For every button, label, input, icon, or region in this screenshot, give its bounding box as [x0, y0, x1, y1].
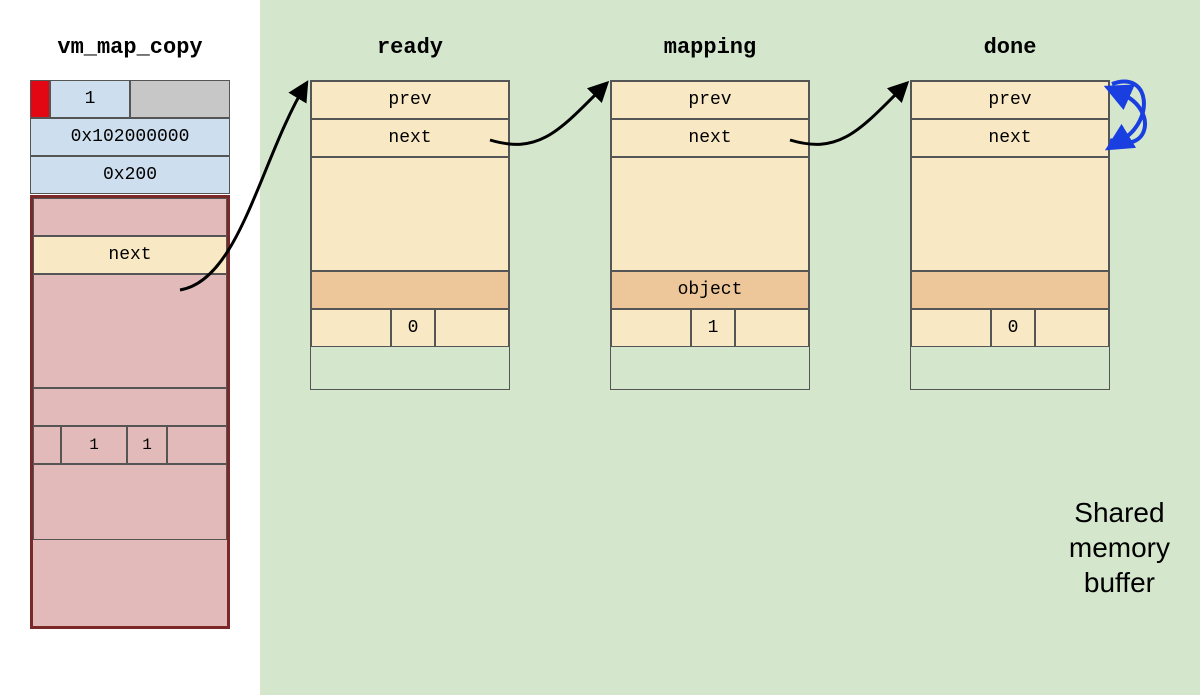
ready-next-field: next — [311, 119, 509, 157]
mapping-object-field: object — [611, 271, 809, 309]
mapping-header: mapping — [610, 35, 810, 60]
vm-entry-spacer — [33, 274, 227, 388]
vm-entry-flag-left — [33, 426, 61, 464]
vm-map-copy-struct: 1 0x102000000 0x200 — [30, 80, 230, 194]
ready-prev-field: prev — [311, 81, 509, 119]
done-header: done — [910, 35, 1110, 60]
vm-red-field — [30, 80, 50, 118]
vm-type-field: 1 — [50, 80, 130, 118]
ready-flag-value: 0 — [391, 309, 435, 347]
vm-offset-field: 0x102000000 — [30, 118, 230, 156]
vm-entry-flag-val2: 1 — [127, 426, 167, 464]
ready-flags: 0 — [311, 309, 509, 347]
mapping-prev-field: prev — [611, 81, 809, 119]
mapping-flag-left — [611, 309, 691, 347]
ready-entry-block: prev next 0 — [310, 80, 510, 390]
done-flag-right — [1035, 309, 1109, 347]
vm-entry-block: next 1 1 — [30, 195, 230, 629]
shared-label-line: Shared — [1069, 495, 1170, 530]
vm-entry-next-field: next — [33, 236, 227, 274]
shared-label-line: memory — [1069, 530, 1170, 565]
ready-flag-right — [435, 309, 509, 347]
ready-header: ready — [310, 35, 510, 60]
mapping-spacer — [611, 157, 809, 271]
done-next-field: next — [911, 119, 1109, 157]
done-flags: 0 — [911, 309, 1109, 347]
vm-entry-bottom-spacer — [33, 464, 227, 540]
mapping-next-field: next — [611, 119, 809, 157]
ready-flag-left — [311, 309, 391, 347]
vm-entry-flag-val1: 1 — [61, 426, 127, 464]
vm-entry-flags: 1 1 — [33, 426, 227, 464]
vm-entry-object-empty — [33, 388, 227, 426]
done-spacer — [911, 157, 1109, 271]
mapping-flags: 1 — [611, 309, 809, 347]
shared-label-line: buffer — [1069, 565, 1170, 600]
vm-entry-flag-right — [167, 426, 227, 464]
mapping-entry-block: prev next object 1 — [610, 80, 810, 390]
vm-map-copy-header: vm_map_copy — [30, 35, 230, 60]
vm-gray-field — [130, 80, 230, 118]
done-prev-field: prev — [911, 81, 1109, 119]
ready-object-field — [311, 271, 509, 309]
done-entry-block: prev next 0 — [910, 80, 1110, 390]
done-flag-value: 0 — [991, 309, 1035, 347]
vm-entry-prev-empty — [33, 198, 227, 236]
done-flag-left — [911, 309, 991, 347]
done-object-field — [911, 271, 1109, 309]
vm-size-field: 0x200 — [30, 156, 230, 194]
mapping-flag-right — [735, 309, 809, 347]
ready-spacer — [311, 157, 509, 271]
shared-memory-label: Shared memory buffer — [1069, 495, 1170, 600]
mapping-flag-value: 1 — [691, 309, 735, 347]
